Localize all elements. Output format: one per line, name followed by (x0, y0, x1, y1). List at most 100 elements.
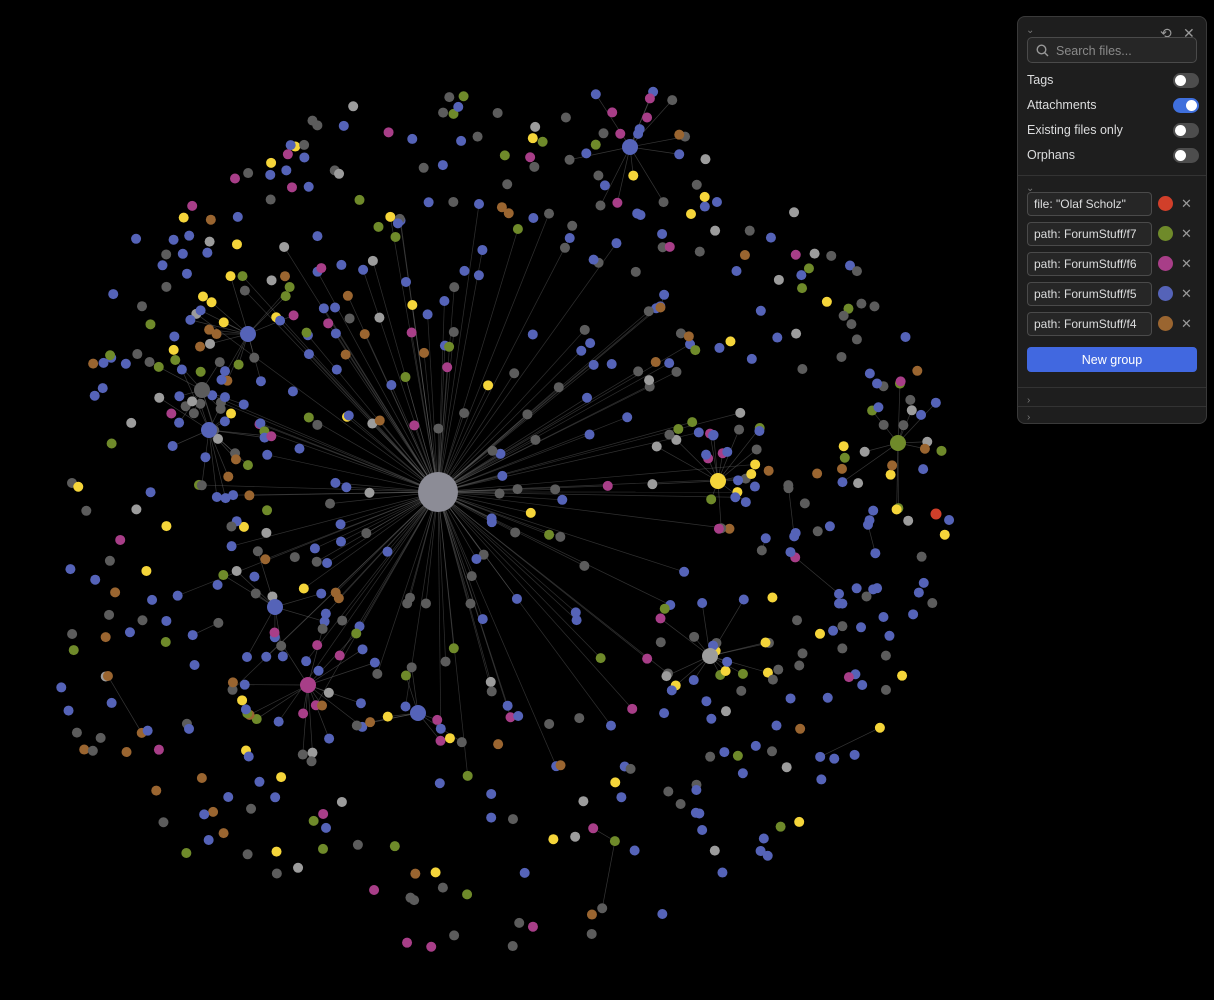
graph-node[interactable] (342, 290, 353, 301)
graph-node[interactable] (392, 218, 403, 229)
graph-node[interactable] (609, 836, 620, 847)
graph-node[interactable] (822, 692, 833, 703)
graph-node[interactable] (167, 441, 178, 452)
graph-node[interactable] (410, 868, 421, 879)
graph-node[interactable] (579, 560, 590, 571)
graph-node[interactable] (578, 796, 589, 807)
graph-node[interactable] (181, 268, 192, 279)
graph-node[interactable] (837, 621, 848, 632)
graph-node[interactable] (599, 180, 610, 191)
graph-node[interactable] (437, 160, 448, 171)
graph-node[interactable] (772, 332, 783, 343)
graph-node[interactable] (507, 941, 518, 952)
graph-node[interactable] (330, 302, 341, 313)
graph-node[interactable] (466, 571, 477, 582)
graph-node[interactable] (279, 271, 290, 282)
graph-node[interactable] (557, 494, 568, 505)
graph-node[interactable] (740, 497, 751, 508)
graph-node[interactable] (166, 408, 177, 419)
graph-node[interactable] (120, 358, 131, 369)
graph-node[interactable] (298, 583, 309, 594)
new-group-button[interactable]: New group (1027, 347, 1197, 372)
graph-node[interactable] (359, 329, 370, 340)
graph-node[interactable] (200, 452, 211, 463)
graph-node[interactable] (821, 296, 832, 307)
graph-node[interactable] (486, 788, 497, 799)
graph-node[interactable] (323, 318, 334, 329)
display-expand-icon[interactable]: › (1027, 395, 1030, 406)
graph-node[interactable] (195, 305, 206, 316)
graph-node[interactable] (226, 408, 237, 419)
graph-node[interactable] (737, 668, 748, 679)
graph-node[interactable] (492, 107, 503, 118)
graph-node[interactable] (214, 357, 225, 368)
graph-node[interactable] (110, 587, 121, 598)
graph-node[interactable] (527, 133, 538, 144)
graph-node[interactable] (483, 380, 494, 391)
graph-node[interactable] (184, 230, 195, 241)
graph-node[interactable] (906, 405, 917, 416)
graph-node[interactable] (206, 297, 217, 308)
graph-node[interactable] (244, 490, 255, 501)
graph-node[interactable] (161, 521, 172, 532)
graph-node[interactable] (885, 469, 896, 480)
graph-node[interactable] (659, 289, 670, 300)
graph-node[interactable] (766, 746, 777, 757)
graph-node[interactable] (706, 713, 717, 724)
graph-node[interactable] (717, 867, 728, 878)
graph-node[interactable] (361, 528, 372, 539)
graph-node[interactable] (400, 276, 411, 287)
graph-node[interactable] (919, 443, 930, 454)
graph-node[interactable] (205, 214, 216, 225)
graph-node[interactable] (325, 498, 336, 509)
graph-node[interactable] (699, 201, 710, 212)
graph-node[interactable] (625, 763, 636, 774)
graph-node[interactable] (878, 419, 889, 430)
graph-node[interactable] (657, 908, 668, 919)
hub-node[interactable] (201, 422, 217, 438)
graph-node[interactable] (261, 651, 272, 662)
graph-node[interactable] (674, 149, 685, 160)
graph-node[interactable] (204, 236, 215, 247)
graph-node[interactable] (400, 701, 411, 712)
graph-node[interactable] (365, 717, 376, 728)
graph-node[interactable] (687, 417, 698, 428)
graph-node[interactable] (382, 711, 393, 722)
graph-node[interactable] (514, 917, 525, 928)
graph-node[interactable] (100, 632, 111, 643)
graph-node[interactable] (655, 302, 666, 313)
graph-node[interactable] (497, 470, 508, 481)
graph-node[interactable] (750, 459, 761, 470)
graph-node[interactable] (218, 317, 229, 328)
graph-node[interactable] (131, 233, 142, 244)
graph-node[interactable] (693, 427, 704, 438)
graph-node[interactable] (908, 609, 919, 620)
graph-node[interactable] (719, 747, 730, 758)
graph-node[interactable] (386, 380, 397, 391)
graph-node[interactable] (407, 300, 418, 311)
graph-node[interactable] (226, 541, 237, 552)
graph-node[interactable] (402, 598, 413, 609)
graph-node[interactable] (834, 588, 845, 599)
graph-node[interactable] (749, 481, 760, 492)
graph-node[interactable] (65, 564, 76, 575)
graph-node[interactable] (918, 577, 929, 588)
graph-node[interactable] (364, 487, 375, 498)
group-query-input[interactable]: file: "Olaf Scholz" (1027, 192, 1152, 216)
graph-node[interactable] (335, 536, 346, 547)
graph-node[interactable] (276, 640, 287, 651)
graph-node[interactable] (837, 643, 848, 654)
graph-node[interactable] (898, 420, 909, 431)
graph-node[interactable] (767, 674, 778, 685)
graph-node[interactable] (282, 149, 293, 160)
graph-node[interactable] (903, 515, 914, 526)
graph-node[interactable] (105, 350, 116, 361)
graph-node[interactable] (218, 570, 229, 581)
graph-node[interactable] (261, 527, 272, 538)
graph-node[interactable] (720, 666, 731, 677)
graph-node[interactable] (288, 310, 299, 321)
graph-node[interactable] (789, 207, 800, 218)
graph-node[interactable] (528, 212, 539, 223)
graph-node[interactable] (815, 751, 826, 762)
graph-node[interactable] (260, 554, 271, 565)
